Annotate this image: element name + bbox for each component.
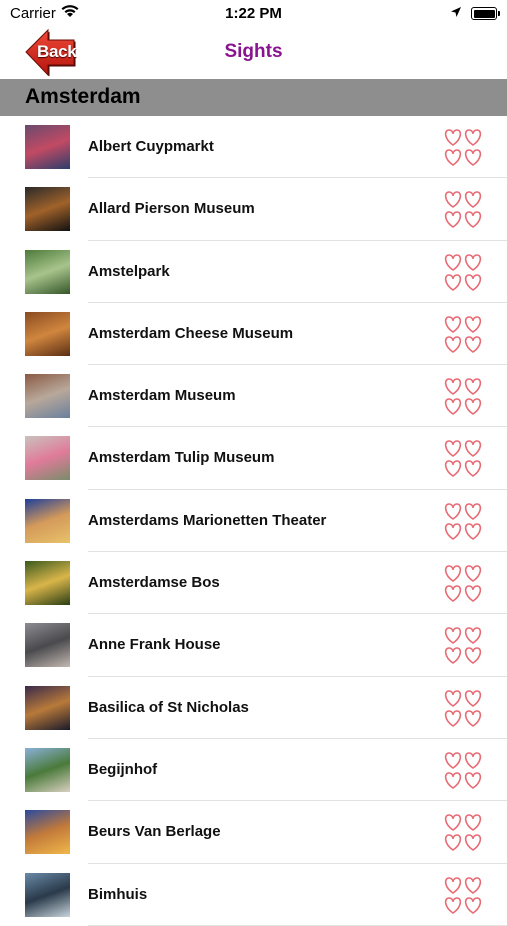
sight-thumbnail [25, 374, 70, 419]
favorite-button[interactable] [442, 252, 484, 292]
favorite-hearts-icon [444, 814, 482, 852]
list-item[interactable]: Begijnhof [0, 739, 507, 802]
favorite-button[interactable] [442, 812, 484, 852]
sight-thumbnail [25, 249, 70, 294]
sight-name: Allard Pierson Museum [88, 200, 255, 218]
location-arrow-icon [450, 5, 462, 22]
sight-name: Basilica of St Nicholas [88, 698, 249, 716]
favorite-button[interactable] [442, 688, 484, 728]
sight-thumbnail [25, 187, 70, 232]
sight-name: Amsterdam Museum [88, 387, 236, 405]
list-item[interactable]: Amsterdam Tulip Museum [0, 427, 507, 490]
sight-thumbnail [25, 436, 70, 481]
list-item[interactable]: Amsterdams Marionetten Theater [0, 490, 507, 553]
sight-thumbnail [25, 810, 70, 855]
favorite-hearts-icon [444, 253, 482, 291]
sight-thumbnail [25, 872, 70, 917]
favorite-hearts-icon [444, 502, 482, 540]
favorite-button[interactable] [442, 563, 484, 603]
list-item[interactable]: Amstelpark [0, 241, 507, 303]
list-item[interactable]: Amsterdam Cheese Museum [0, 303, 507, 366]
sight-name: Beurs Van Berlage [88, 823, 221, 841]
favorite-button[interactable] [442, 127, 484, 167]
favorite-button[interactable] [442, 376, 484, 416]
sight-thumbnail [25, 623, 70, 668]
sights-list: Albert Cuypmarkt Allard Pierson Museum A… [0, 116, 507, 926]
sight-name: Bimhuis [88, 885, 148, 903]
sight-name: Begijnhof [88, 760, 158, 778]
sight-thumbnail [25, 561, 70, 606]
favorite-hearts-icon [444, 627, 482, 665]
favorite-hearts-icon [444, 191, 482, 229]
sight-name: Amstelpark [88, 262, 170, 280]
clock: 1:22 PM [225, 5, 282, 22]
favorite-button[interactable] [442, 501, 484, 541]
favorite-hearts-icon [444, 752, 482, 789]
battery-icon [471, 7, 500, 20]
list-item[interactable]: Beurs Van Berlage [0, 801, 507, 864]
favorite-hearts-icon [444, 565, 482, 603]
section-header: Amsterdam [0, 79, 507, 116]
list-item[interactable]: Anne Frank House [0, 614, 507, 677]
section-title: Amsterdam [25, 85, 141, 108]
favorite-button[interactable] [442, 875, 484, 915]
list-item[interactable]: Allard Pierson Museum [0, 178, 507, 241]
favorite-button[interactable] [442, 625, 484, 665]
sight-name: Amsterdam Tulip Museum [88, 449, 275, 467]
page-title: Sights [224, 41, 283, 62]
sight-thumbnail [25, 311, 70, 356]
sight-name: Amsterdamse Bos [88, 574, 220, 592]
list-item[interactable]: Albert Cuypmarkt [0, 116, 507, 179]
sight-name: Amsterdam Cheese Museum [88, 324, 294, 342]
list-item[interactable]: Amsterdam Museum [0, 365, 507, 428]
list-item[interactable]: Amsterdamse Bos [0, 552, 507, 615]
favorite-hearts-icon [444, 440, 482, 478]
favorite-hearts-icon [444, 876, 482, 914]
list-item[interactable]: Bimhuis [0, 864, 507, 926]
favorite-hearts-icon [444, 689, 482, 727]
sight-thumbnail [25, 498, 70, 543]
sight-name: Anne Frank House [88, 636, 221, 654]
favorite-button[interactable] [442, 750, 484, 790]
sight-thumbnail [25, 125, 70, 169]
favorite-button[interactable] [442, 438, 484, 478]
sight-thumbnail [25, 685, 70, 730]
favorite-button[interactable] [442, 314, 484, 354]
favorite-hearts-icon [444, 129, 482, 166]
sight-name: Amsterdams Marionetten Theater [88, 511, 327, 529]
navigation-bar: Back Sights [0, 28, 507, 80]
list-item[interactable]: Basilica of St Nicholas [0, 677, 507, 739]
favorite-button[interactable] [442, 189, 484, 229]
status-bar: Carrier 1:22 PM [0, 0, 507, 28]
sight-thumbnail [25, 747, 70, 792]
sight-name: Albert Cuypmarkt [88, 138, 214, 155]
favorite-hearts-icon [444, 316, 482, 353]
favorite-hearts-icon [444, 378, 482, 416]
